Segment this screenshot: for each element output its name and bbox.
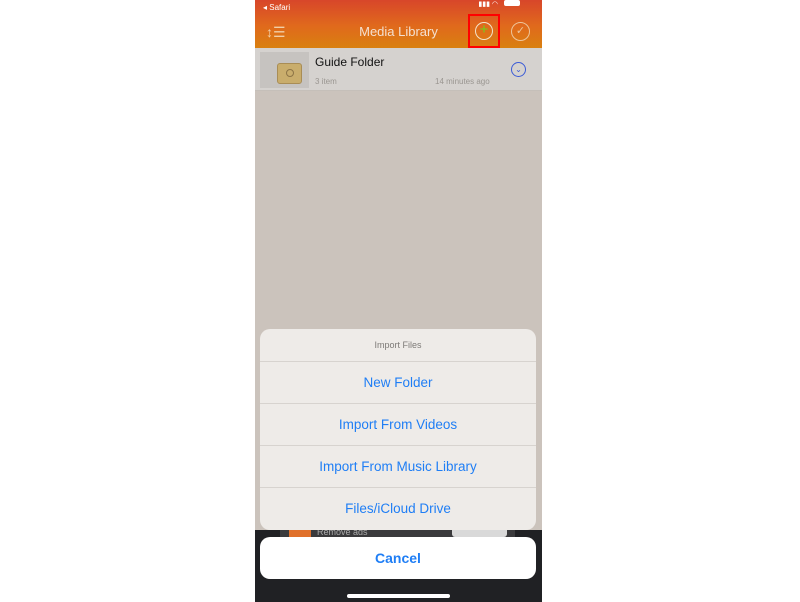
battery-icon <box>504 0 520 6</box>
status-icons: ▮▮▮ ◠ <box>478 0 520 8</box>
folder-thumbnail <box>260 52 309 88</box>
action-sheet: Import Files New Folder Import From Vide… <box>260 329 536 530</box>
list-item[interactable]: Guide Folder 3 item 14 minutes ago ⌄ <box>255 48 542 91</box>
folder-icon <box>277 63 302 84</box>
new-folder-button[interactable]: New Folder <box>260 362 536 404</box>
import-from-music-button[interactable]: Import From Music Library <box>260 446 536 488</box>
folder-name: Guide Folder <box>315 55 385 69</box>
phone-screen: ◂ Safari ▮▮▮ ◠ ↕☰ Media Library + ✓ Guid… <box>255 0 542 602</box>
plus-circle-icon[interactable]: + <box>475 22 493 40</box>
checkmark-circle-icon[interactable]: ✓ <box>511 22 530 41</box>
home-indicator[interactable] <box>347 594 450 598</box>
files-icloud-button[interactable]: Files/iCloud Drive <box>260 488 536 530</box>
chevron-down-icon[interactable]: ⌄ <box>511 62 526 77</box>
header: ◂ Safari ▮▮▮ ◠ ↕☰ Media Library + ✓ <box>255 0 542 48</box>
import-from-videos-button[interactable]: Import From Videos <box>260 404 536 446</box>
action-sheet-title: Import Files <box>260 329 536 362</box>
modified-time: 14 minutes ago <box>435 77 490 86</box>
item-count: 3 item <box>315 77 337 86</box>
add-button-highlight[interactable]: + <box>468 14 500 48</box>
back-to-safari[interactable]: ◂ Safari <box>263 3 290 12</box>
cancel-button[interactable]: Cancel <box>260 537 536 579</box>
